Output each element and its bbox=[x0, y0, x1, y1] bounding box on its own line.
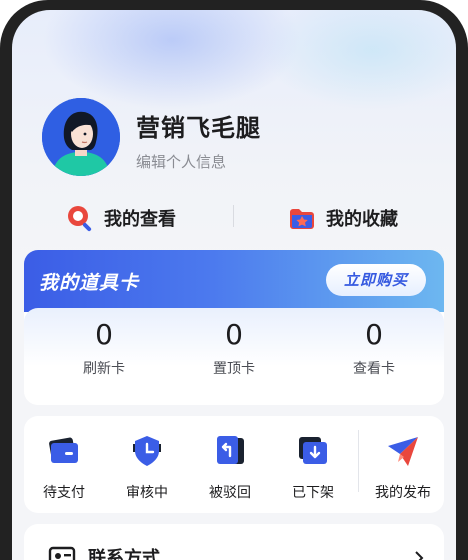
delisted-button[interactable]: 已下架 bbox=[273, 434, 353, 502]
buy-now-button[interactable]: 立即购买 bbox=[326, 264, 426, 296]
chevron-right-icon bbox=[414, 550, 424, 560]
contact-info-title: 联系方式 bbox=[88, 548, 160, 560]
prop-cards-header: 我的道具卡 立即购买 bbox=[24, 250, 444, 312]
my-views-label: 我的查看 bbox=[104, 209, 176, 230]
rejected-label: 被驳回 bbox=[209, 485, 251, 501]
wallet-icon bbox=[47, 434, 81, 468]
prop-cards-title: 我的道具卡 bbox=[39, 272, 140, 294]
refresh-card-label: 刷新卡 bbox=[83, 361, 125, 377]
rejected-button[interactable]: 被驳回 bbox=[190, 434, 270, 502]
contact-info-row[interactable]: 联系方式 bbox=[24, 524, 444, 560]
contact-card-icon bbox=[48, 546, 76, 560]
pending-payment-label: 待支付 bbox=[43, 485, 85, 501]
user-name[interactable]: 营销飞毛腿 bbox=[136, 108, 261, 143]
top-card-stat[interactable]: 0 置顶卡 bbox=[164, 318, 304, 378]
prop-cards-panel: 我的道具卡 立即购买 0 刷新卡 0 置顶卡 0 查看卡 bbox=[24, 250, 444, 405]
my-favorites-button[interactable]: 我的收藏 bbox=[288, 202, 398, 234]
under-review-button[interactable]: 审核中 bbox=[107, 434, 187, 502]
download-folder-icon bbox=[296, 434, 330, 468]
quick-divider bbox=[233, 205, 234, 227]
orders-divider bbox=[358, 430, 359, 492]
avatar[interactable] bbox=[42, 98, 120, 176]
send-icon bbox=[386, 434, 420, 468]
top-card-count: 0 bbox=[225, 318, 243, 351]
return-icon bbox=[213, 434, 247, 468]
phone-frame: 营销飞毛腿 编辑个人信息 我的查看 我的收藏 我的道具卡 立即购买 0 刷新卡 … bbox=[0, 0, 468, 560]
header-glow-right bbox=[262, 10, 456, 110]
under-review-label: 审核中 bbox=[126, 485, 168, 501]
avatar-illustration-icon bbox=[42, 98, 120, 176]
my-posts-button[interactable]: 我的发布 bbox=[363, 434, 443, 502]
delisted-label: 已下架 bbox=[292, 485, 334, 501]
my-views-button[interactable]: 我的查看 bbox=[66, 202, 176, 234]
listing-status-panel: 待支付 审核中 被驳回 已下架 我的发布 bbox=[24, 416, 444, 513]
my-posts-label: 我的发布 bbox=[375, 485, 431, 501]
search-magnifier-icon bbox=[68, 206, 92, 232]
profile-screen: 营销飞毛腿 编辑个人信息 我的查看 我的收藏 我的道具卡 立即购买 0 刷新卡 … bbox=[12, 10, 456, 560]
my-favorites-label: 我的收藏 bbox=[326, 209, 398, 230]
top-card-label: 置顶卡 bbox=[213, 361, 255, 377]
refresh-card-count: 0 bbox=[95, 318, 113, 351]
refresh-card-stat[interactable]: 0 刷新卡 bbox=[34, 318, 174, 378]
view-card-count: 0 bbox=[365, 318, 383, 351]
view-card-stat[interactable]: 0 查看卡 bbox=[304, 318, 444, 378]
pending-payment-button[interactable]: 待支付 bbox=[24, 434, 104, 502]
edit-profile-link[interactable]: 编辑个人信息 bbox=[136, 151, 226, 172]
view-card-label: 查看卡 bbox=[353, 361, 395, 377]
favorites-folder-icon bbox=[290, 209, 314, 229]
shield-clock-icon bbox=[130, 434, 164, 468]
